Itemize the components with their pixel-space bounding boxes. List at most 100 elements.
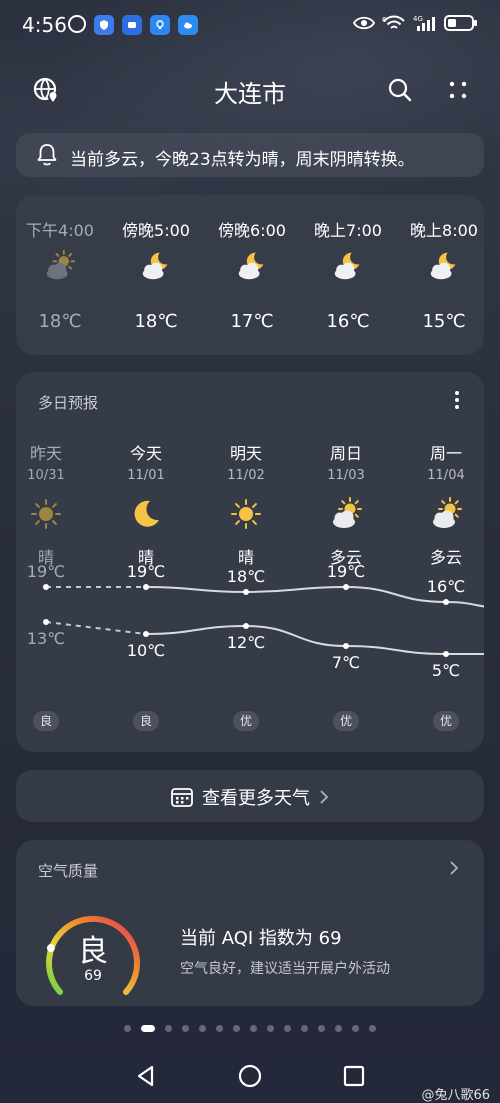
high-temp-label: 16℃ — [427, 577, 465, 596]
low-temp-label: 12℃ — [227, 633, 265, 652]
status-time: 4:56 — [22, 13, 67, 37]
sun-cloud-icon — [333, 497, 362, 528]
weather-alert-banner[interactable]: 当前多云，今晚23点转为晴，周末阴晴转换。 — [16, 133, 484, 177]
daily-icon-wrap — [328, 496, 364, 532]
bell-icon — [37, 144, 57, 166]
pager-dot[interactable] — [352, 1024, 359, 1032]
pager-dot[interactable] — [318, 1024, 325, 1032]
pager-dot[interactable] — [199, 1024, 206, 1032]
wifi-icon: 6 — [382, 15, 405, 29]
more-dots-icon — [449, 81, 467, 99]
low-temp-point — [443, 651, 449, 657]
hourly-icon-wrap — [331, 249, 365, 283]
daily-condition: 晴 — [237, 548, 254, 567]
more-menu-button[interactable] — [440, 72, 476, 108]
moon-cloud-icon — [334, 252, 360, 280]
city-title[interactable]: 大连市 — [0, 74, 500, 109]
aqi-headline: 当前 AQI 指数为 69 — [180, 928, 342, 949]
more-weather-button[interactable]: 查看更多天气 — [16, 770, 484, 822]
sun-icon — [231, 499, 261, 529]
low-temp-point — [143, 631, 149, 637]
low-temp-label: 5℃ — [432, 661, 460, 680]
daily-date: 10/31 — [27, 468, 65, 483]
daily-day-name: 昨天 — [29, 444, 62, 463]
header: 大连市 — [0, 62, 500, 118]
hourly-time-label: 傍晚6:00 — [218, 221, 286, 240]
daily-aqi-badge: 优 — [233, 711, 259, 731]
back-nav-icon[interactable] — [132, 1062, 160, 1090]
low-temp-label: 13℃ — [27, 629, 65, 648]
pager-dot[interactable] — [335, 1024, 342, 1032]
pager-dot[interactable] — [182, 1024, 189, 1032]
daily-forecast-card[interactable]: 多日预报 19℃ 19℃ 18℃ 19℃ 16℃ 13℃ 10℃ 12℃ 7℃ 5℃ 昨天 10/3… — [16, 372, 484, 752]
search-button[interactable] — [382, 72, 418, 108]
daily-condition: 晴 — [37, 548, 54, 567]
system-icons: 6 4G — [353, 14, 478, 32]
hourly-forecast-card[interactable]: 下午4:00 18℃ 傍晚5:00 18℃ 傍晚6:00 17℃ 晚上7:00 16℃ 晚上8:… — [16, 195, 484, 355]
calendar-icon — [171, 788, 193, 807]
low-temp-label: 10℃ — [127, 641, 165, 660]
daily-condition: 多云 — [429, 548, 462, 567]
hourly-time-label: 晚上7:00 — [314, 221, 382, 240]
daily-aqi-badge: 良 — [133, 711, 159, 731]
high-temp-point — [343, 584, 349, 590]
high-temp-point — [143, 584, 149, 590]
pager-dot[interactable] — [216, 1024, 223, 1032]
pager-dot[interactable] — [165, 1024, 172, 1032]
more-weather-label: 查看更多天气 — [202, 788, 310, 809]
card-more-icon[interactable] — [454, 390, 460, 410]
air-quality-title: 空气质量 — [38, 862, 99, 880]
hourly-icon-wrap — [43, 249, 77, 283]
daily-date: 11/03 — [327, 468, 365, 483]
status-bar: 4:56 6 4G — [0, 0, 500, 52]
recents-nav-icon[interactable] — [340, 1062, 368, 1090]
sim-label: 6 — [382, 16, 387, 24]
home-nav-icon[interactable] — [236, 1062, 264, 1090]
search-icon — [388, 78, 412, 102]
daily-icon-wrap — [28, 496, 64, 532]
hourly-temp: 18℃ — [38, 311, 82, 332]
shield-app-icon — [94, 15, 114, 35]
moon-cloud-icon — [238, 252, 264, 280]
pager-dot[interactable] — [250, 1024, 257, 1032]
hourly-temp: 15℃ — [422, 311, 466, 332]
daily-date: 11/01 — [127, 468, 165, 483]
notification-icons — [68, 15, 198, 35]
air-quality-card[interactable]: 空气质量 良 69 当前 AQI 指数为 69 空气良好，建议适当开展户外活动 — [16, 840, 484, 1006]
daily-date: 11/02 — [227, 468, 265, 483]
daily-aqi-badge: 优 — [433, 711, 459, 731]
pager-dot[interactable] — [267, 1024, 274, 1032]
daily-condition: 晴 — [137, 548, 154, 567]
hourly-temp: 16℃ — [326, 311, 370, 332]
daily-date: 11/04 — [427, 468, 465, 483]
pager-dot[interactable] — [284, 1024, 291, 1032]
pager-dot-active[interactable] — [141, 1024, 155, 1032]
pager-dot[interactable] — [233, 1024, 240, 1032]
daily-aqi-badge: 优 — [333, 711, 359, 731]
hourly-icon-wrap — [139, 249, 173, 283]
low-temp-label: 7℃ — [332, 653, 360, 672]
city-pager[interactable] — [0, 1022, 500, 1034]
high-temp-point — [243, 589, 249, 595]
daily-icon-wrap — [228, 496, 264, 532]
pager-dot[interactable] — [369, 1024, 376, 1032]
battery-icon — [444, 15, 477, 31]
hourly-temp: 18℃ — [134, 311, 178, 332]
low-temp-point — [243, 623, 249, 629]
pager-dot[interactable] — [301, 1024, 308, 1032]
daily-day-name: 周一 — [429, 444, 462, 463]
hourly-icon-wrap — [427, 249, 461, 283]
sunny-cloudy-icon — [46, 249, 76, 280]
moon-icon — [134, 500, 159, 527]
aqi-grade: 良 — [78, 934, 108, 969]
pager-dot[interactable] — [124, 1024, 131, 1032]
daily-forecast-title: 多日预报 — [38, 394, 99, 412]
high-temp-point — [443, 599, 449, 605]
daily-day-name: 今天 — [129, 444, 162, 463]
daily-aqi-badge: 良 — [33, 711, 59, 731]
daily-day-name: 周日 — [329, 444, 362, 463]
network-label: 4G — [413, 15, 423, 23]
chevron-right-icon[interactable] — [448, 860, 460, 876]
eye-icon — [353, 16, 375, 30]
aqi-advice: 空气良好，建议适当开展户外活动 — [180, 961, 390, 977]
